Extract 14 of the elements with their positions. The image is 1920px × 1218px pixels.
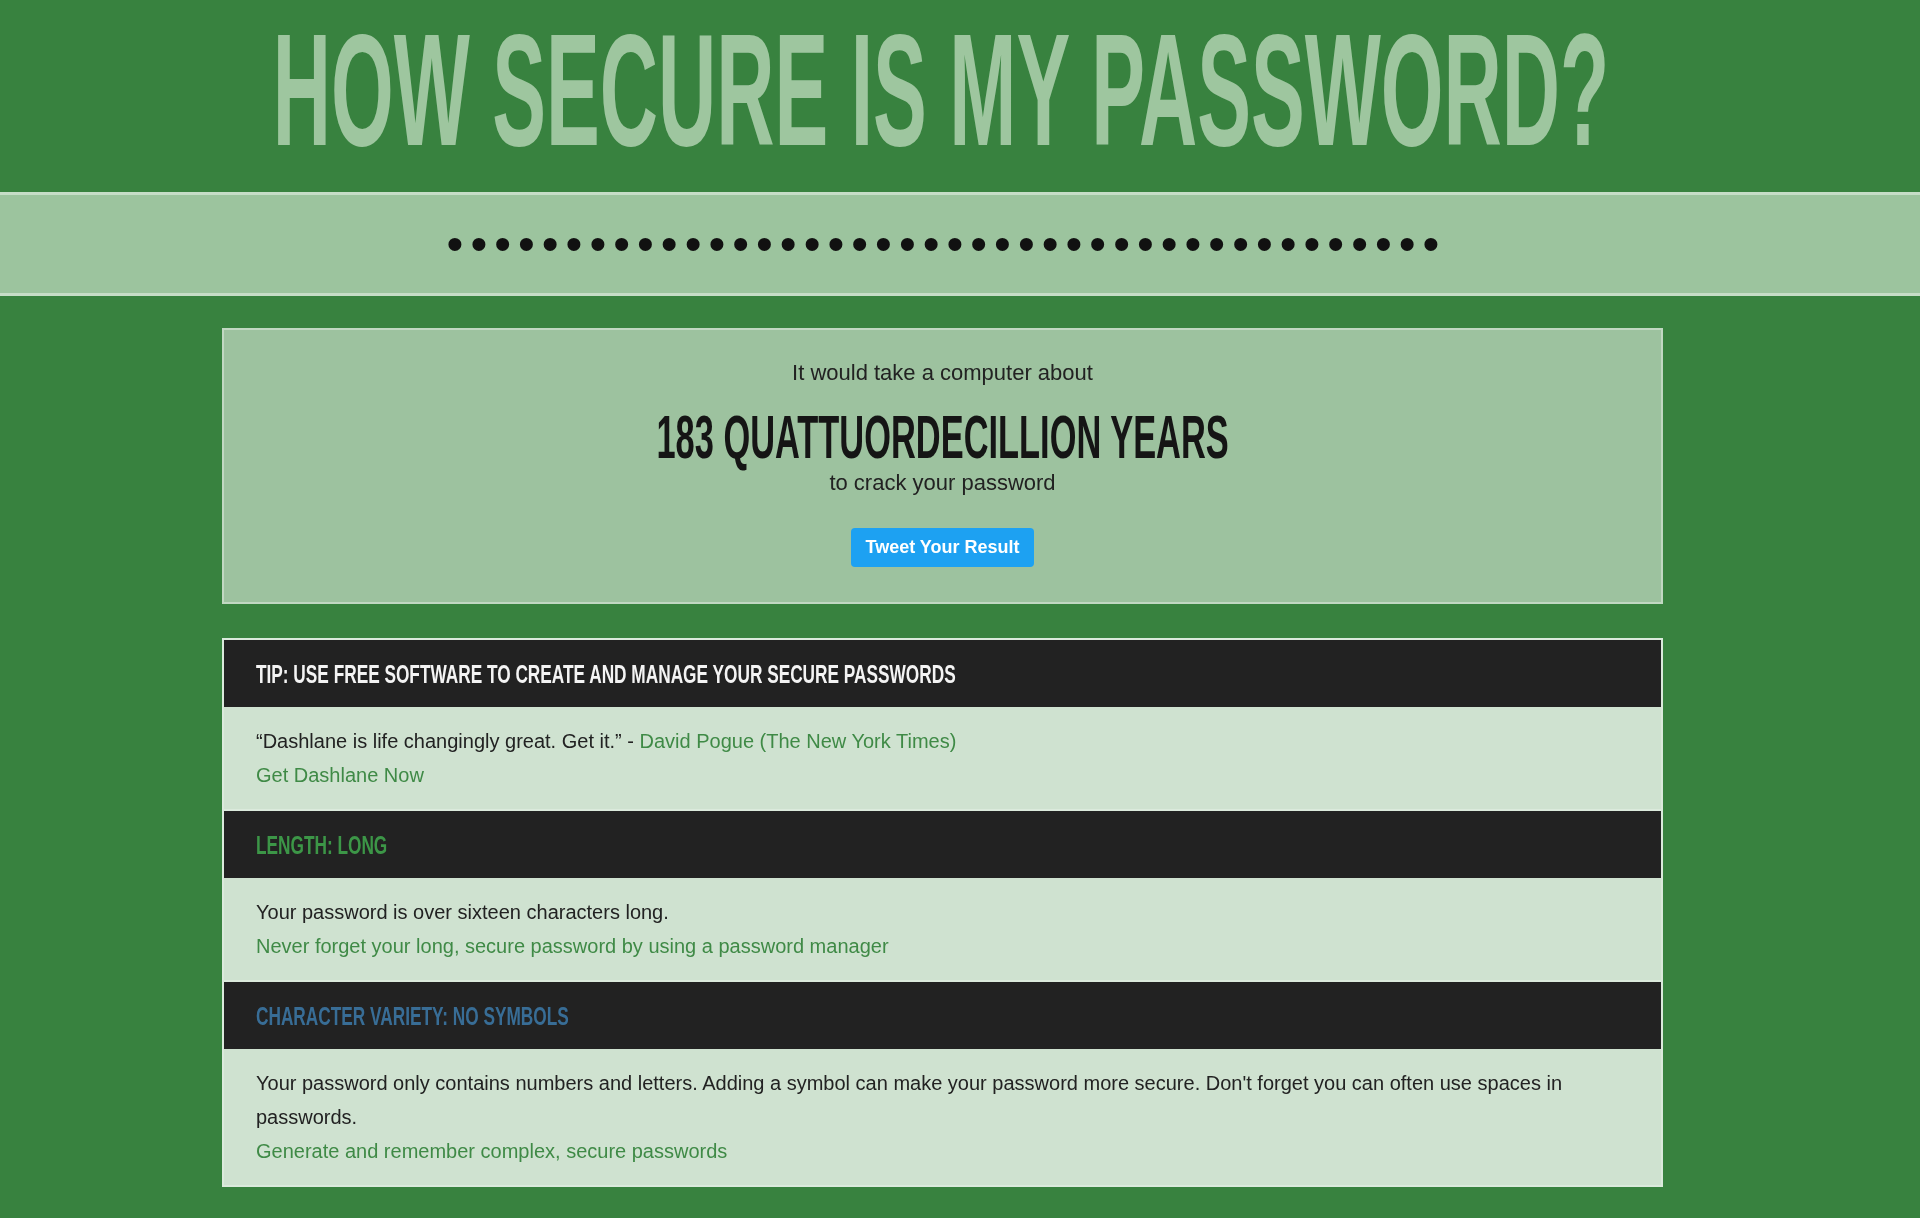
tweet-button[interactable]: Tweet Your Result [851,528,1034,567]
page-title: HOW SECURE IS MY PASSWORD? [272,10,1610,170]
section-link[interactable]: Generate and remember complex, secure passwords [256,1134,728,1168]
result-intro: It would take a computer about [792,359,1093,387]
section-heading: TIP: USE FREE SOFTWARE TO CREATE AND MANAGE YOUR SECURE PASSWORDS [256,658,956,689]
section-link[interactable]: Get Dashlane Now [256,758,424,792]
section-link[interactable]: Never forget your long, secure password by using a password manager [256,929,889,963]
section-text: “Dashlane is life changingly great. Get it.” - David Pogue (The New York Times) [256,729,958,754]
section-heading: CHARACTER VARIETY: NO SYMBOLS [256,1000,569,1031]
section-text: Your password is over sixteen characters long. [256,900,670,925]
section-text: Your password only contains numbers and letters. Adding a symbol can make your password more secure. Don't forget you can often use spaces in passwords. [256,1071,1563,1130]
result-outro: to crack your password [829,471,1056,495]
source-link[interactable]: David Pogue (The New York Times) [639,730,957,752]
section-heading: LENGTH: LONG [256,829,388,860]
